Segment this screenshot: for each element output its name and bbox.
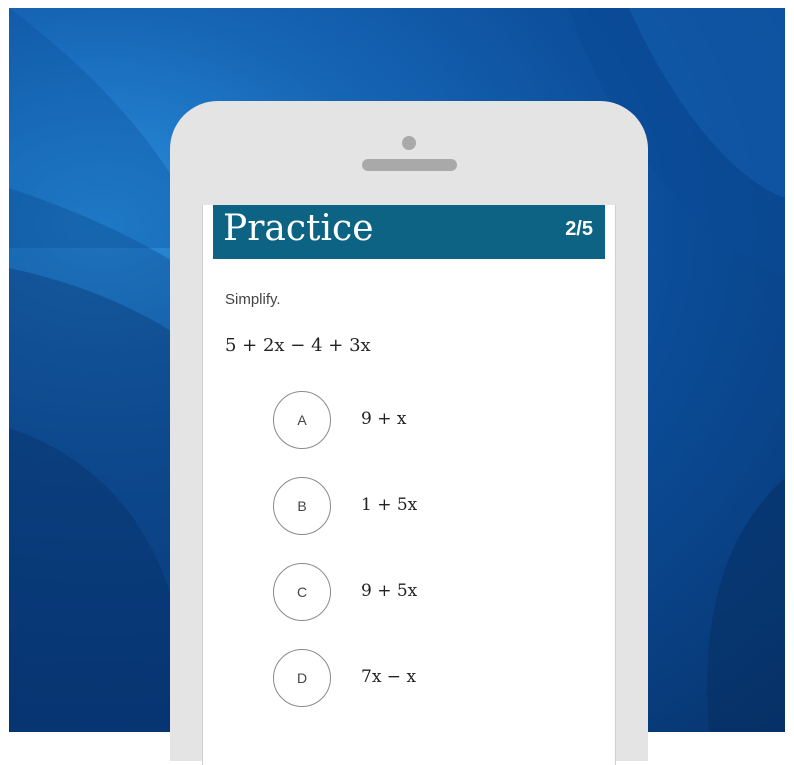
phone-screen: Practice 2/5 Simplify. 5 + 2x − 4 + 3x A… (202, 205, 616, 765)
option-answer-text: 9 + x (361, 409, 407, 429)
option-letter-circle[interactable]: C (273, 563, 331, 621)
answer-option-a[interactable]: A 9 + x (273, 391, 533, 451)
question-prompt: Simplify. (225, 291, 281, 308)
page-title: Practice (223, 208, 374, 249)
question-expression: 5 + 2x − 4 + 3x (225, 335, 371, 356)
speaker-slot (362, 159, 457, 171)
option-letter-circle[interactable]: D (273, 649, 331, 707)
progress-counter: 2/5 (565, 218, 593, 240)
option-letter-circle[interactable]: A (273, 391, 331, 449)
option-answer-text: 7x − x (361, 667, 417, 687)
camera-icon (402, 136, 416, 150)
phone-frame: Practice 2/5 Simplify. 5 + 2x − 4 + 3x A… (170, 101, 648, 765)
answer-option-c[interactable]: C 9 + 5x (273, 563, 533, 623)
answer-option-b[interactable]: B 1 + 5x (273, 477, 533, 537)
option-answer-text: 1 + 5x (361, 495, 418, 515)
answer-option-d[interactable]: D 7x − x (273, 649, 533, 709)
option-letter-circle[interactable]: B (273, 477, 331, 535)
practice-header: Practice 2/5 (213, 205, 605, 259)
option-answer-text: 9 + 5x (361, 581, 418, 601)
